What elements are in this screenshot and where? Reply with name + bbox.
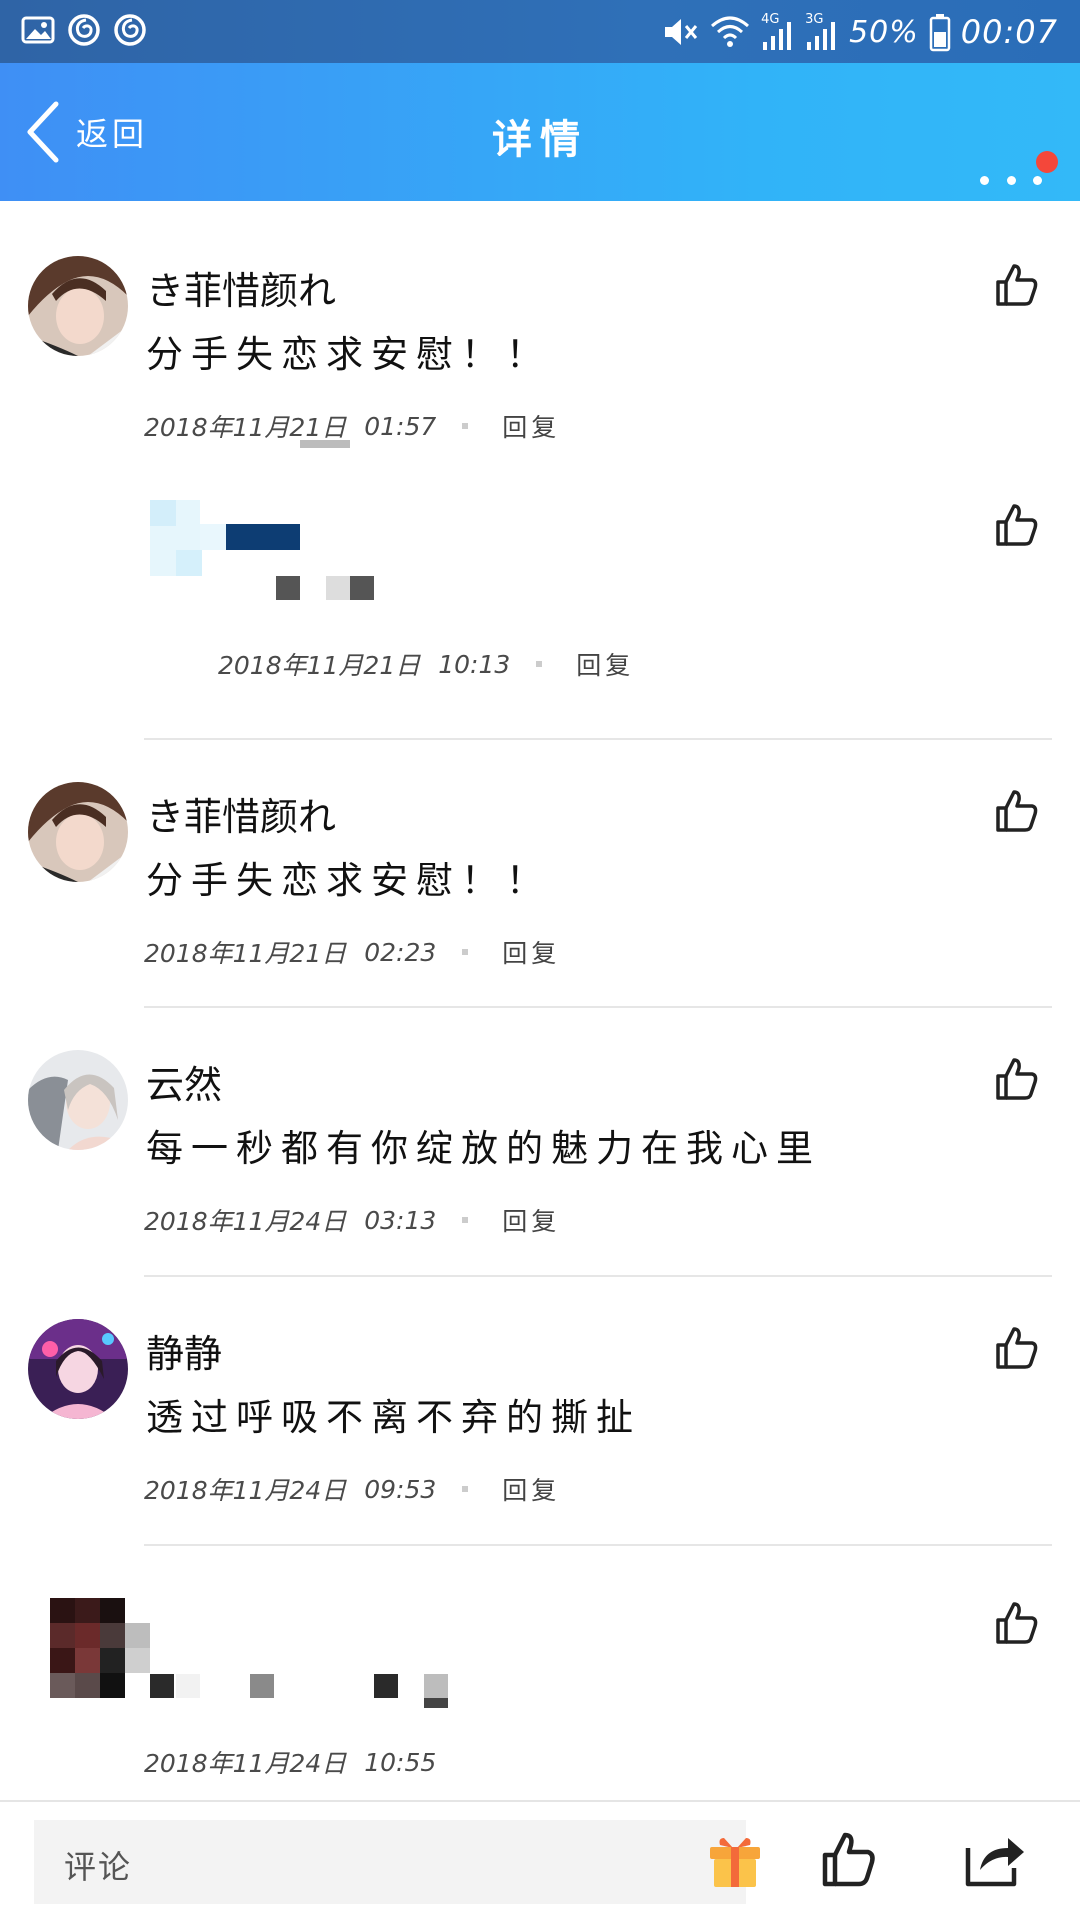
comment-date: 2018年11月24日	[144, 1476, 347, 1505]
meta-separator	[462, 423, 469, 429]
comment-time: 01:57	[364, 411, 437, 441]
like-button[interactable]	[994, 502, 1040, 548]
more-dot	[1006, 175, 1016, 185]
comment-author[interactable]: 静静	[146, 1323, 222, 1378]
comment-placeholder: 评论	[64, 1848, 133, 1886]
share-icon	[965, 1838, 1024, 1887]
comment-date: 2018年11月24日	[144, 1207, 347, 1236]
netease-music-icon	[112, 12, 148, 48]
comment-date: 2018年11月24日	[144, 1749, 347, 1778]
obscured-pixels	[226, 524, 300, 550]
reply-link[interactable]: 回复	[502, 934, 560, 970]
battery-icon	[929, 12, 951, 52]
network-label-3g: 3G	[805, 12, 824, 27]
avatar[interactable]	[28, 782, 128, 882]
clock: 00:07	[960, 13, 1058, 51]
avatar[interactable]	[28, 256, 128, 356]
more-dot	[1033, 175, 1042, 185]
obscured-pixels	[424, 1698, 448, 1708]
like-post-button[interactable]	[820, 1830, 878, 1888]
like-button[interactable]	[994, 1600, 1040, 1646]
reply-link[interactable]: 回复	[502, 1202, 560, 1238]
reply-link[interactable]: 回复	[576, 646, 634, 682]
signal-3g-icon: 3G	[805, 12, 839, 52]
reply-link[interactable]: 回复	[502, 408, 560, 444]
notification-badge	[1036, 151, 1058, 173]
thumbs-up-icon	[996, 1327, 1038, 1369]
comment-input[interactable]: 评论	[34, 1820, 760, 1904]
battery-percent: 50%	[849, 14, 919, 50]
comment-meta: 2018年11月21日 10:13 回复	[218, 646, 634, 682]
comment-time: 02:23	[364, 937, 437, 967]
comment-time: 03:13	[364, 1205, 437, 1235]
comment-author[interactable]: 云然	[146, 1054, 222, 1109]
like-button[interactable]	[994, 1056, 1040, 1102]
obscured-pixels	[300, 440, 350, 448]
comment-meta: 2018年11月24日 09:53 回复	[144, 1471, 560, 1507]
comment-meta: 2018年11月21日 01:57 回复	[144, 408, 560, 444]
divider	[144, 738, 1052, 740]
more-button[interactable]	[980, 173, 1042, 187]
signal-4g-icon: 4G	[761, 12, 795, 52]
like-button[interactable]	[994, 788, 1040, 834]
obscured-pixels	[176, 1674, 200, 1698]
obscured-pixels	[276, 576, 300, 600]
like-button[interactable]	[994, 262, 1040, 308]
divider	[144, 1275, 1052, 1277]
comment-time: 10:13	[438, 649, 511, 679]
more-dots-icon	[980, 175, 989, 185]
avatar[interactable]	[50, 1598, 150, 1698]
obscured-pixels	[374, 1674, 398, 1698]
thumbs-up-icon	[996, 264, 1038, 306]
meta-separator	[462, 1486, 469, 1492]
thumbs-up-icon	[996, 504, 1038, 546]
comment-meta: 2018年11月24日 10:55	[144, 1744, 436, 1780]
meta-separator	[536, 661, 543, 667]
comment-date: 2018年11月21日	[144, 413, 347, 442]
comment-author[interactable]: き菲惜颜れ	[146, 260, 336, 315]
avatar[interactable]	[28, 1050, 128, 1150]
comment-meta: 2018年11月21日 02:23 回复	[144, 934, 560, 970]
obscured-pixels	[424, 1674, 448, 1698]
avatar[interactable]	[28, 1319, 128, 1419]
header-bar: 返回 详情	[0, 63, 1080, 201]
thumbs-up-icon	[996, 1602, 1038, 1644]
bottom-bar: 评论	[0, 1800, 1080, 1920]
comment-date: 2018年11月21日	[218, 651, 421, 680]
meta-separator	[462, 1217, 469, 1223]
share-button[interactable]	[964, 1828, 1026, 1888]
thumbs-up-icon	[996, 790, 1038, 832]
obscured-pixels	[350, 576, 374, 600]
like-button[interactable]	[994, 1325, 1040, 1371]
page-title: 详情	[492, 117, 588, 163]
comment-text: 分手失恋求安慰！！	[146, 859, 551, 902]
meta-separator	[462, 949, 469, 955]
mute-icon	[659, 12, 699, 52]
comment-date: 2018年11月21日	[144, 939, 347, 968]
netease-music-icon	[66, 12, 102, 48]
obscured-pixels	[150, 1674, 174, 1698]
obscured-pixels	[250, 1674, 274, 1698]
network-label-4g: 4G	[761, 12, 780, 27]
image-icon	[20, 12, 56, 48]
divider	[144, 1006, 1052, 1008]
obscured-pixels	[176, 550, 202, 576]
comment-text: 每一秒都有你绽放的魅力在我心里	[146, 1127, 821, 1170]
comment-time: 09:53	[364, 1474, 437, 1504]
obscured-pixels	[326, 576, 350, 600]
comment-text: 透过呼吸不离不弃的撕扯	[146, 1396, 641, 1439]
thumbs-up-icon	[996, 1058, 1038, 1100]
comment-meta: 2018年11月24日 03:13 回复	[144, 1202, 560, 1238]
comment-time: 10:55	[364, 1747, 437, 1777]
wifi-icon	[709, 12, 751, 52]
status-bar: 4G 3G 50% 00:07	[0, 0, 1080, 63]
reply-link[interactable]: 回复	[502, 1471, 560, 1507]
comment-text: 分手失恋求安慰！！	[146, 333, 551, 376]
obscured-pixels	[200, 524, 226, 550]
thumbs-up-icon	[822, 1832, 875, 1887]
comment-author[interactable]: き菲惜颜れ	[146, 786, 336, 841]
obscured-pixels	[150, 500, 176, 526]
divider	[144, 1544, 1052, 1546]
gift-icon[interactable]	[706, 1834, 764, 1890]
